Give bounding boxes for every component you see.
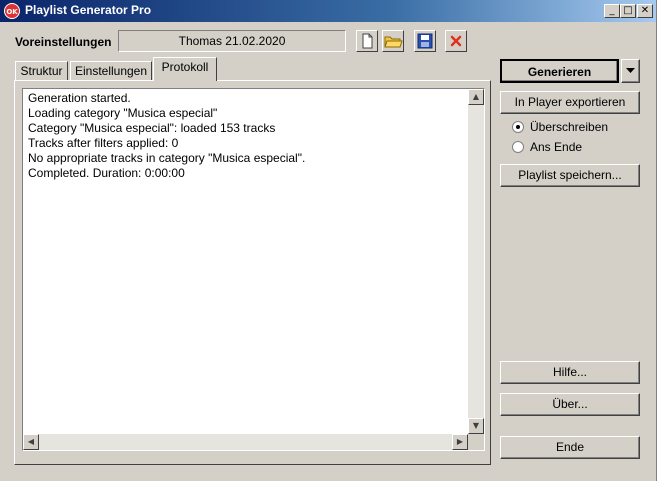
close-window-button[interactable]: ✕ xyxy=(637,4,653,18)
maximize-button[interactable]: □ xyxy=(620,4,636,18)
append-radio-label[interactable]: Ans Ende xyxy=(530,140,582,154)
save-disk-icon xyxy=(417,33,433,49)
append-radio[interactable] xyxy=(512,141,524,153)
preset-label: Voreinstellungen xyxy=(15,35,112,49)
app-icon: OK xyxy=(4,3,20,19)
scroll-corner xyxy=(468,434,484,450)
open-preset-button[interactable] xyxy=(382,30,404,52)
scroll-up-icon[interactable]: ▲ xyxy=(468,89,484,105)
tab-einstellungen[interactable]: Einstellungen xyxy=(70,61,152,81)
log-line: Loading category "Musica especial" xyxy=(28,106,218,120)
log-line: Category "Musica especial": loaded 153 t… xyxy=(28,121,276,135)
delete-preset-button[interactable] xyxy=(445,30,467,52)
tab-protokoll[interactable]: Protokoll xyxy=(153,57,217,81)
log-line: Completed. Duration: 0:00:00 xyxy=(28,166,185,180)
exit-button[interactable]: Ende xyxy=(500,436,640,459)
generate-button[interactable]: Generieren xyxy=(500,59,619,83)
scroll-right-icon[interactable]: ▶ xyxy=(452,434,468,450)
overwrite-radio[interactable] xyxy=(512,121,524,133)
vertical-scrollbar[interactable]: ▲ ▼ xyxy=(468,89,484,434)
about-button[interactable]: Über... xyxy=(500,393,640,416)
minimize-button[interactable]: _ xyxy=(604,4,620,18)
scroll-left-icon[interactable]: ◀ xyxy=(23,434,39,450)
log-textarea[interactable]: Generation started. Loading category "Mu… xyxy=(22,88,485,451)
log-line: No appropriate tracks in category "Music… xyxy=(28,151,306,165)
dropdown-arrow-icon xyxy=(626,68,635,73)
generate-options-button[interactable] xyxy=(621,59,640,83)
help-button[interactable]: Hilfe... xyxy=(500,361,640,384)
save-playlist-button[interactable]: Playlist speichern... xyxy=(500,164,640,187)
preset-field[interactable]: Thomas 21.02.2020 xyxy=(118,30,346,52)
overwrite-radio-label[interactable]: Überschreiben xyxy=(530,120,608,134)
radio-selected-dot xyxy=(516,125,520,129)
log-content: Generation started. Loading category "Mu… xyxy=(28,91,305,181)
new-preset-button[interactable] xyxy=(356,30,378,52)
open-folder-icon xyxy=(384,36,403,48)
scroll-down-icon[interactable]: ▼ xyxy=(468,418,484,434)
title-bar[interactable]: OK Playlist Generator Pro _ □ ✕ xyxy=(0,0,656,22)
window-title: Playlist Generator Pro xyxy=(25,3,152,17)
export-to-player-button[interactable]: In Player exportieren xyxy=(500,91,640,114)
horizontal-scrollbar[interactable]: ◀ ▶ xyxy=(23,434,468,450)
log-line: Tracks after filters applied: 0 xyxy=(28,136,179,150)
log-line: Generation started. xyxy=(28,91,131,105)
app-window: OK Playlist Generator Pro _ □ ✕ Voreinst… xyxy=(0,0,657,481)
delete-x-icon xyxy=(450,35,462,47)
save-preset-button[interactable] xyxy=(414,30,436,52)
tab-struktur[interactable]: Struktur xyxy=(15,61,68,81)
new-file-icon xyxy=(362,33,373,49)
